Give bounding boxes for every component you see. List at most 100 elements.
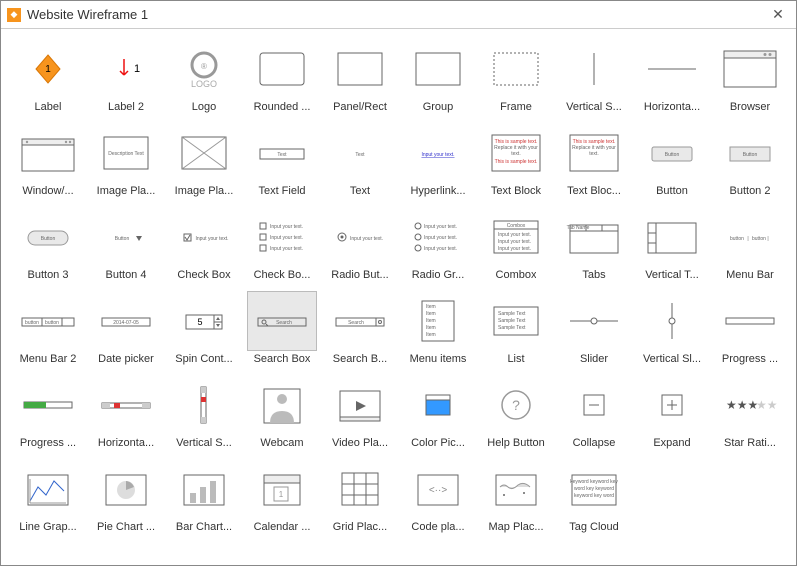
shape-item[interactable]: Bar Chart... bbox=[165, 455, 243, 539]
shape-thumbnail: 1 bbox=[247, 459, 317, 519]
shape-item[interactable]: ★★★★★Star Rati... bbox=[711, 371, 789, 455]
shape-item[interactable]: SearchSearch Box bbox=[243, 287, 321, 371]
shape-item[interactable]: This is sample text.Replace it with your… bbox=[477, 119, 555, 203]
svg-text:This is sample text.: This is sample text. bbox=[495, 159, 538, 165]
shape-item[interactable]: ?Help Button bbox=[477, 371, 555, 455]
svg-text:Search: Search bbox=[276, 320, 292, 326]
svg-text:Input your text.: Input your text. bbox=[498, 239, 531, 245]
shape-item[interactable]: ButtonButton 2 bbox=[711, 119, 789, 203]
shape-item[interactable]: Input your text.Input your text.Input yo… bbox=[243, 203, 321, 287]
svg-text:Button: Button bbox=[41, 236, 56, 242]
shape-thumbnail bbox=[481, 459, 551, 519]
shape-item[interactable]: ItemItemItemItemItemMenu items bbox=[399, 287, 477, 371]
shape-item[interactable]: Image Pla... bbox=[165, 119, 243, 203]
shape-item[interactable]: Sample TextSample TextSample TextList bbox=[477, 287, 555, 371]
shape-item[interactable]: <··>Code pla... bbox=[399, 455, 477, 539]
shape-item[interactable]: Input your text.Hyperlink... bbox=[399, 119, 477, 203]
shape-item[interactable]: Slider bbox=[555, 287, 633, 371]
shape-item[interactable]: 5Spin Cont... bbox=[165, 287, 243, 371]
shape-item[interactable]: Color Pic... bbox=[399, 371, 477, 455]
shape-thumbnail bbox=[325, 39, 395, 99]
svg-text:Text: Text bbox=[277, 152, 287, 158]
shape-item[interactable]: Map Plac... bbox=[477, 455, 555, 539]
shape-thumbnail: This is sample text.Replace it with your… bbox=[481, 123, 551, 183]
shape-label: Label 2 bbox=[108, 101, 144, 119]
shape-item[interactable]: button|button|Menu Bar bbox=[711, 203, 789, 287]
shape-item[interactable]: Text Text bbox=[321, 119, 399, 203]
shape-item[interactable]: Collapse bbox=[555, 371, 633, 455]
shape-item[interactable]: Webcam bbox=[243, 371, 321, 455]
shape-label: Label bbox=[35, 101, 62, 119]
shape-item[interactable]: Progress ... bbox=[711, 287, 789, 371]
shape-item[interactable]: Pie Chart ... bbox=[87, 455, 165, 539]
shape-item[interactable]: TextText Field bbox=[243, 119, 321, 203]
svg-text:1: 1 bbox=[45, 64, 51, 75]
shape-item[interactable]: 1 Label bbox=[9, 35, 87, 119]
shape-label: Window/... bbox=[22, 185, 73, 203]
shape-item[interactable]: ButtonButton 4 bbox=[87, 203, 165, 287]
svg-text:Item: Item bbox=[426, 325, 436, 331]
shape-item[interactable]: Input your text.Radio But... bbox=[321, 203, 399, 287]
shape-label: Text bbox=[350, 185, 370, 203]
shape-item[interactable]: Vertical T... bbox=[633, 203, 711, 287]
shape-item[interactable]: Description TextImage Pla... bbox=[87, 119, 165, 203]
shape-item[interactable]: ComboxInput your text.Input your text.In… bbox=[477, 203, 555, 287]
svg-text:Item: Item bbox=[426, 311, 436, 317]
svg-text:Input your text.: Input your text. bbox=[424, 235, 457, 241]
shape-item[interactable]: Horizonta... bbox=[633, 35, 711, 119]
svg-text:Input your text.: Input your text. bbox=[424, 224, 457, 230]
shape-item[interactable]: Progress ... bbox=[9, 371, 87, 455]
shape-thumbnail: ComboxInput your text.Input your text.In… bbox=[481, 207, 551, 267]
svg-text:Sample Text: Sample Text bbox=[498, 318, 526, 324]
shape-label: Color Pic... bbox=[411, 437, 465, 455]
shape-item[interactable]: keyword keyword keyword key keywordkeywo… bbox=[555, 455, 633, 539]
shape-item[interactable]: Browser bbox=[711, 35, 789, 119]
shape-thumbnail bbox=[13, 375, 83, 435]
shape-item[interactable]: Group bbox=[399, 35, 477, 119]
shape-thumbnail bbox=[715, 39, 785, 99]
shape-item[interactable]: Tab NameTabs bbox=[555, 203, 633, 287]
shape-label: Combox bbox=[496, 269, 537, 287]
shape-label: Button bbox=[656, 185, 688, 203]
shape-item[interactable]: Input your text.Check Box bbox=[165, 203, 243, 287]
svg-text:Input your text.: Input your text. bbox=[498, 232, 531, 238]
shape-item[interactable]: This is sample text.Replace it with your… bbox=[555, 119, 633, 203]
shape-item[interactable]: Grid Plac... bbox=[321, 455, 399, 539]
shape-thumbnail bbox=[169, 123, 239, 183]
close-button[interactable]: ✕ bbox=[766, 6, 790, 23]
shape-item[interactable]: Rounded ... bbox=[243, 35, 321, 119]
shape-item[interactable]: Vertical S... bbox=[165, 371, 243, 455]
shape-item[interactable]: Vertical Sl... bbox=[633, 287, 711, 371]
svg-text:text.: text. bbox=[589, 151, 598, 157]
shape-label: Video Pla... bbox=[332, 437, 388, 455]
shape-thumbnail bbox=[637, 207, 707, 267]
shape-item[interactable]: Panel/Rect bbox=[321, 35, 399, 119]
svg-text:button: button bbox=[25, 320, 39, 326]
shape-item[interactable]: Input your text.Input your text.Input yo… bbox=[399, 203, 477, 287]
shape-item[interactable]: ®LOGOLogo bbox=[165, 35, 243, 119]
shape-item[interactable]: ButtonButton 3 bbox=[9, 203, 87, 287]
shape-thumbnail bbox=[247, 39, 317, 99]
window-title: Website Wireframe 1 bbox=[27, 7, 766, 22]
shape-label: Horizonta... bbox=[98, 437, 154, 455]
shape-item[interactable]: Line Grap... bbox=[9, 455, 87, 539]
shape-label: Tabs bbox=[582, 269, 605, 287]
shape-item[interactable]: 1Calendar ... bbox=[243, 455, 321, 539]
shape-item[interactable]: SearchSearch B... bbox=[321, 287, 399, 371]
shape-item[interactable]: Expand bbox=[633, 371, 711, 455]
shape-item[interactable]: Video Pla... bbox=[321, 371, 399, 455]
shape-item[interactable]: 1Label 2 bbox=[87, 35, 165, 119]
shape-item[interactable]: buttonbuttonMenu Bar 2 bbox=[9, 287, 87, 371]
shape-item[interactable]: Vertical S... bbox=[555, 35, 633, 119]
shape-item[interactable]: Window/... bbox=[9, 119, 87, 203]
shape-thumbnail bbox=[559, 39, 629, 99]
shape-item[interactable]: 2014-07-05Date picker bbox=[87, 287, 165, 371]
shape-thumbnail: Text bbox=[325, 123, 395, 183]
svg-text:Item: Item bbox=[426, 304, 436, 310]
shape-item[interactable]: Horizonta... bbox=[87, 371, 165, 455]
shape-label: Search B... bbox=[333, 353, 387, 371]
svg-text:Text: Text bbox=[355, 152, 365, 158]
shape-item[interactable]: Frame bbox=[477, 35, 555, 119]
shape-item[interactable]: ButtonButton bbox=[633, 119, 711, 203]
svg-text:Sample Text: Sample Text bbox=[498, 325, 526, 331]
